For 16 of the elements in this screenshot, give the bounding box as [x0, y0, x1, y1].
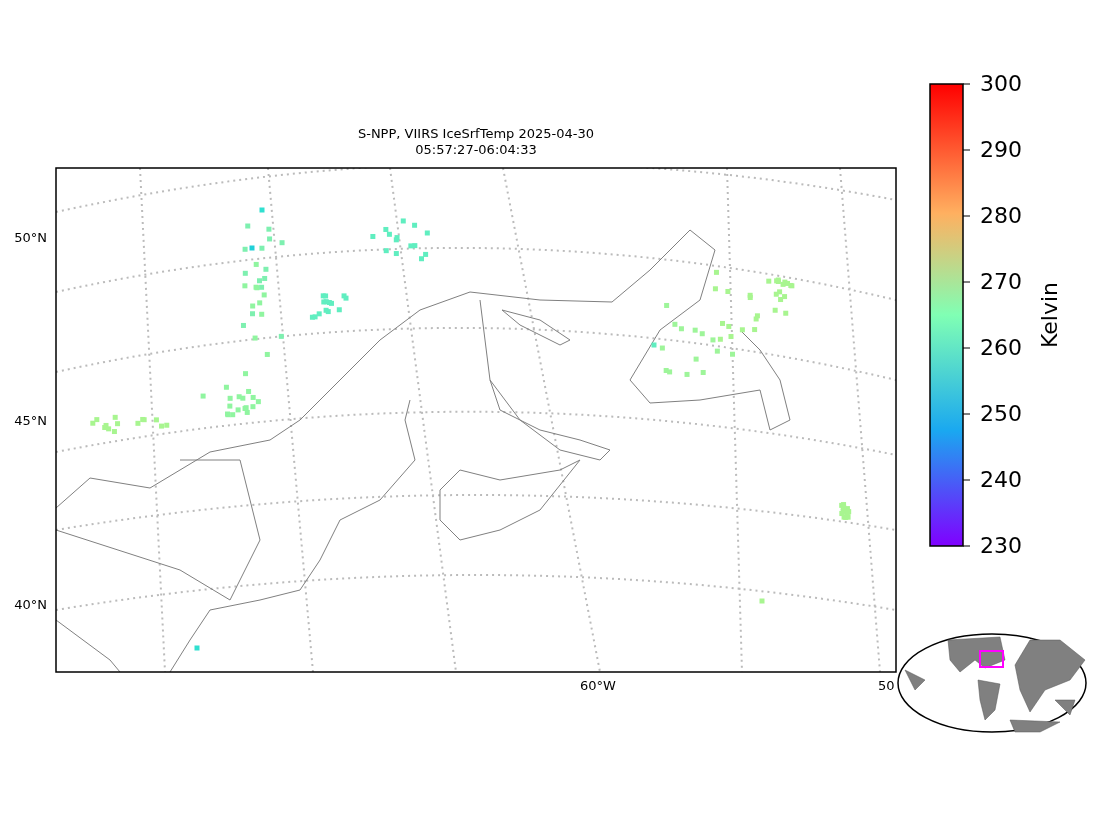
colorbar-tick-label: 240 — [980, 467, 1022, 492]
latitude-label: 50°N — [14, 230, 47, 245]
colorbar-tick-label: 230 — [980, 533, 1022, 558]
colorbar-tick-label: 300 — [980, 71, 1022, 96]
latitude-label: 45°N — [14, 413, 47, 428]
colorbar-tick-label: 250 — [980, 401, 1022, 426]
colorbar-tick-label: 260 — [980, 335, 1022, 360]
colorbar-tick-label: 270 — [980, 269, 1022, 294]
longitude-label: 60°W — [580, 678, 616, 693]
colorbar-tick-label: 290 — [980, 137, 1022, 162]
figure-title: S-NPP, VIIRS IceSrfTemp 2025-04-30 — [357, 126, 595, 141]
colorbar-label: Kelvin — [1037, 281, 1062, 349]
longitude-label: 50 — [878, 678, 895, 693]
colorbar-tick-label: 280 — [980, 203, 1022, 228]
latitude-label: 40°N — [14, 597, 47, 612]
figure-subtitle: 05:57:27-06:04:33 — [415, 142, 537, 157]
